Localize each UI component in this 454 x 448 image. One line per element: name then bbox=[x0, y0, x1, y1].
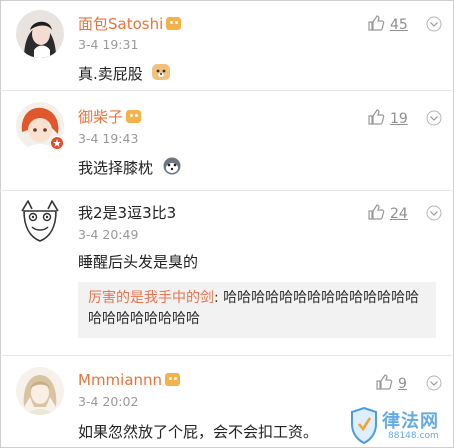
comment-time: 3-4 19:31 bbox=[78, 37, 139, 52]
username-text[interactable]: 面包Satoshi bbox=[78, 15, 163, 33]
thumbs-up-icon bbox=[368, 109, 385, 125]
reply-username[interactable]: 厉害的是我手中的剑 bbox=[88, 290, 214, 306]
like-count: 24 bbox=[390, 206, 408, 222]
username-text[interactable]: 御柴子 bbox=[78, 108, 123, 126]
divider bbox=[0, 90, 454, 91]
like-button[interactable]: 24 bbox=[367, 203, 408, 222]
comment-username[interactable]: 我2是3逗3比3 bbox=[78, 202, 176, 223]
thumbs-up-icon bbox=[376, 374, 393, 390]
husky-emoji-icon bbox=[163, 157, 181, 175]
watermark-title: 律法网 bbox=[382, 411, 439, 432]
chevron-down-icon[interactable] bbox=[426, 16, 442, 32]
like-button[interactable]: 19 bbox=[367, 108, 408, 127]
vip-badge-icon bbox=[126, 110, 142, 123]
avatar[interactable] bbox=[16, 197, 64, 245]
like-button[interactable]: 9 bbox=[375, 373, 407, 392]
divider bbox=[0, 190, 454, 191]
comment-text: 真.卖屁股 bbox=[78, 65, 143, 83]
like-count: 45 bbox=[390, 17, 408, 33]
watermark-url: 88148.com bbox=[388, 431, 439, 441]
avatar[interactable] bbox=[16, 10, 64, 58]
vip-badge-icon bbox=[165, 373, 181, 386]
reply-box[interactable]: 厉害的是我手中的剑: 哈哈哈哈哈哈哈哈哈哈哈哈哈哈哈哈哈哈哈哈哈哈 bbox=[78, 282, 436, 338]
divider bbox=[0, 355, 454, 356]
comment-username[interactable]: 御柴子 bbox=[78, 106, 142, 127]
comment-text: 如果忽然放了个屁，会不会扣工资。 bbox=[78, 423, 319, 441]
thumbs-up-icon bbox=[368, 15, 385, 31]
comment-username[interactable]: 面包Satoshi bbox=[78, 13, 182, 34]
avatar[interactable] bbox=[16, 367, 64, 415]
comment-time: 3-4 20:02 bbox=[78, 394, 139, 409]
like-count: 9 bbox=[398, 376, 407, 392]
like-button[interactable]: 45 bbox=[367, 14, 408, 33]
comment-time: 3-4 20:49 bbox=[78, 227, 139, 242]
comment-text: 我选择膝枕 bbox=[78, 159, 154, 177]
doge-emoji-icon bbox=[152, 64, 170, 80]
chevron-down-icon[interactable] bbox=[426, 110, 442, 126]
like-count: 19 bbox=[390, 111, 408, 127]
chevron-down-icon[interactable] bbox=[426, 375, 442, 391]
chevron-down-icon[interactable] bbox=[426, 205, 442, 221]
vip-badge-icon bbox=[166, 17, 182, 30]
comment-username[interactable]: Mmmiannn bbox=[78, 371, 181, 389]
username-text[interactable]: 我2是3逗3比3 bbox=[78, 204, 176, 222]
comment-time: 3-4 19:43 bbox=[78, 131, 139, 146]
username-text[interactable]: Mmmiannn bbox=[78, 371, 162, 389]
thumbs-up-icon bbox=[368, 204, 385, 220]
verified-badge-icon bbox=[50, 136, 64, 150]
watermark: 律法网 88148.com bbox=[350, 404, 450, 446]
comment-text: 睡醒后头发是臭的 bbox=[78, 253, 199, 271]
